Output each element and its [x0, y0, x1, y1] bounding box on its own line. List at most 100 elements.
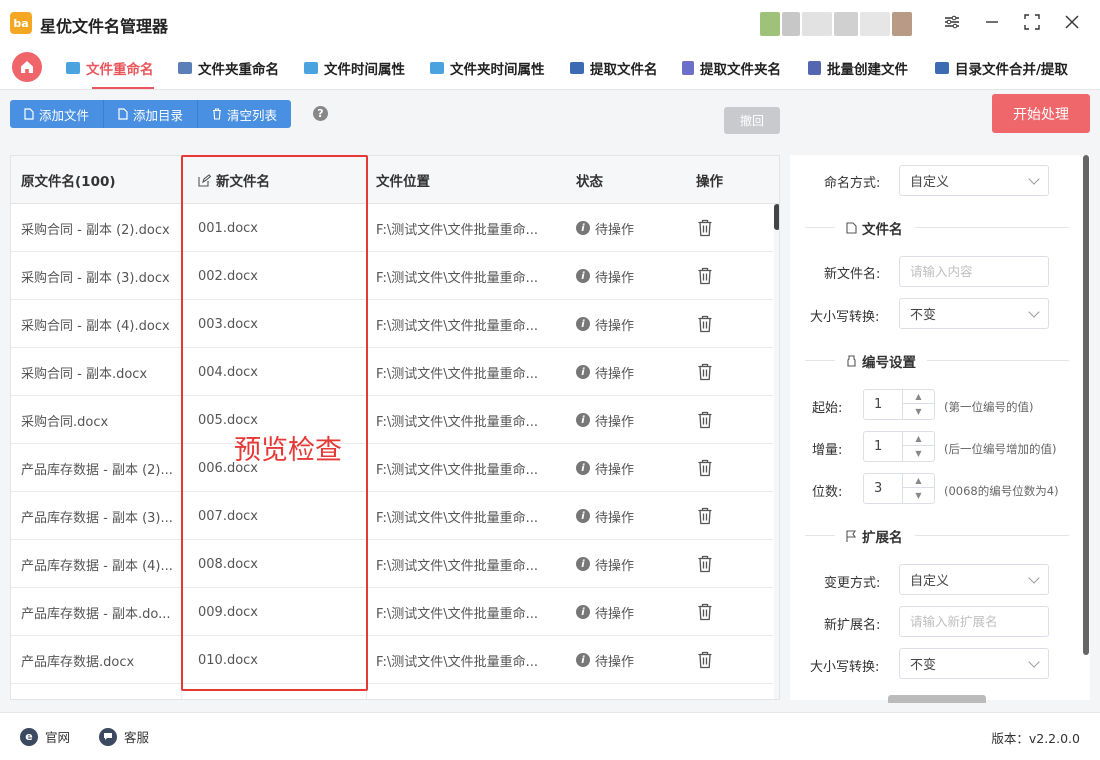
info-icon: i: [576, 413, 590, 427]
tab-folder-rename[interactable]: 文件夹重命名: [178, 46, 279, 89]
original-name-cell: 产品库存数据.docx: [21, 654, 135, 670]
ext-case-select[interactable]: 不变: [899, 648, 1049, 679]
version-text: 版本：v2.2.0.0: [991, 731, 1080, 746]
tab-file-time[interactable]: 文件时间属性: [304, 46, 405, 89]
add-directory-button[interactable]: 添加目录: [104, 100, 199, 128]
location-cell: F:\测试文件\文件批量重命...: [376, 270, 539, 286]
tab-dir-merge[interactable]: 目录文件合并/提取: [935, 46, 1068, 89]
home-button[interactable]: [12, 52, 42, 82]
folder-time-icon: [430, 61, 444, 74]
new-name-cell: 010.docx: [198, 652, 258, 668]
start-processing-button[interactable]: 开始处理: [992, 94, 1090, 133]
file-rename-icon: [66, 61, 80, 74]
file-table: 原文件名(100) 新文件名 文件位置 状态 操作 采购合同 - 副本 (2).…: [10, 155, 780, 700]
trash-icon: [698, 603, 712, 621]
delete-row-button[interactable]: [697, 396, 727, 444]
table-row[interactable]: 采购合同 - 副本 (3).docx 002.docx F:\测试文件\文件批量重命…: [11, 252, 773, 300]
info-icon: i: [576, 557, 590, 571]
extract-foldername-icon: [682, 60, 694, 75]
delete-row-button[interactable]: [697, 588, 727, 636]
digits-stepper[interactable]: 3 ▲ ▼: [863, 473, 935, 504]
undo-button[interactable]: 撤回: [724, 107, 780, 134]
decrement-icon[interactable]: ▼: [903, 404, 934, 418]
status-cell: i 待操作: [576, 204, 676, 252]
step-stepper[interactable]: 1 ▲ ▼: [863, 431, 935, 462]
add-file-button[interactable]: 添加文件: [10, 100, 105, 128]
decrement-icon[interactable]: ▼: [903, 488, 934, 502]
trash-icon: [698, 219, 712, 237]
table-row[interactable]: 产品库存数据 - 副本 (2)... 006.docx F:\测试文件\文件批量重命…: [11, 444, 773, 492]
panel-scrollbar[interactable]: [1083, 155, 1089, 655]
delete-row-button[interactable]: [697, 636, 727, 684]
increment-icon[interactable]: ▲: [903, 474, 934, 488]
delete-row-button[interactable]: [697, 348, 727, 396]
ext-mode-select[interactable]: 自定义: [899, 564, 1049, 595]
table-row-partial: [11, 684, 773, 699]
tab-extract-filename[interactable]: 提取文件名: [570, 46, 658, 89]
scrollbar-thumb[interactable]: [774, 204, 779, 230]
new-ext-input[interactable]: [899, 606, 1049, 637]
tab-extract-foldername[interactable]: 提取文件夹名: [682, 46, 781, 89]
table-row[interactable]: 产品库存数据 - 副本 (4)... 008.docx F:\测试文件\文件批量重命…: [11, 540, 773, 588]
case-convert-select[interactable]: 不变: [899, 298, 1049, 329]
header-original-name: 原文件名(100): [21, 174, 116, 190]
table-row[interactable]: 产品库存数据.docx 010.docx F:\测试文件\文件批量重命... i 待操作: [11, 636, 773, 684]
delete-row-button[interactable]: [697, 444, 727, 492]
clear-list-button[interactable]: 清空列表: [198, 100, 292, 128]
info-icon: i: [576, 269, 590, 283]
new-name-input[interactable]: [899, 256, 1049, 287]
original-name-cell: 产品库存数据 - 副本 (4)...: [21, 558, 173, 574]
status-cell: i 待操作: [576, 396, 676, 444]
table-row[interactable]: 产品库存数据 - 副本 (3)... 007.docx F:\测试文件\文件批量重命…: [11, 492, 773, 540]
info-icon: i: [576, 461, 590, 475]
info-icon: i: [576, 221, 590, 235]
delete-row-button[interactable]: [697, 252, 727, 300]
website-link[interactable]: e 官网: [20, 727, 70, 746]
settings-sliders-icon[interactable]: [940, 10, 964, 34]
preview-check-annotation: 预览检查: [234, 435, 342, 466]
increment-icon[interactable]: ▲: [903, 432, 934, 446]
original-name-cell: 产品库存数据 - 副本.do...: [21, 606, 171, 622]
close-icon[interactable]: [1060, 10, 1084, 34]
maximize-icon[interactable]: [1020, 10, 1044, 34]
tab-file-rename[interactable]: 文件重命名: [66, 46, 154, 89]
table-row[interactable]: 采购合同 - 副本.docx 004.docx F:\测试文件\文件批量重命... i…: [11, 348, 773, 396]
chevron-down-icon: [1028, 656, 1040, 668]
trash-icon: [698, 651, 712, 669]
digits-hint: (0068的编号位数为4): [944, 484, 1059, 498]
extract-filename-icon: [570, 61, 584, 74]
original-name-cell: 采购合同.docx: [21, 414, 109, 430]
delete-row-button[interactable]: [697, 540, 727, 588]
table-row[interactable]: 采购合同 - 副本 (4).docx 003.docx F:\测试文件\文件批量重命…: [11, 300, 773, 348]
table-row[interactable]: 采购合同 - 副本 (2).docx 001.docx F:\测试文件\文件批量重命…: [11, 204, 773, 252]
file-time-icon: [304, 61, 318, 74]
tab-batch-create[interactable]: 批量创建文件: [808, 46, 908, 89]
delete-row-button[interactable]: [697, 204, 727, 252]
tab-folder-time[interactable]: 文件夹时间属性: [430, 46, 545, 89]
table-row[interactable]: 产品库存数据 - 副本.do... 009.docx F:\测试文件\文件批量重命.…: [11, 588, 773, 636]
header-action: 操作: [696, 174, 723, 190]
info-icon: i: [576, 653, 590, 667]
user-avatar[interactable]: [760, 12, 920, 36]
increment-icon[interactable]: ▲: [903, 390, 934, 404]
original-name-cell: 采购合同 - 副本 (3).docx: [21, 270, 170, 286]
tag-icon: [847, 355, 856, 367]
delete-row-button[interactable]: [697, 300, 727, 348]
trash-icon: [698, 411, 712, 429]
decrement-icon[interactable]: ▼: [903, 446, 934, 460]
new-name-cell: 001.docx: [198, 220, 258, 236]
trash-icon: [213, 108, 222, 120]
document-icon: [846, 222, 857, 234]
delete-row-button[interactable]: [697, 492, 727, 540]
support-link[interactable]: 客服: [99, 727, 149, 746]
original-name-cell: 产品库存数据 - 副本 (2)...: [21, 462, 173, 478]
panel-hidden-button[interactable]: [888, 695, 986, 703]
help-icon[interactable]: ?: [313, 106, 328, 121]
new-name-cell: 009.docx: [198, 604, 258, 620]
table-row[interactable]: 采购合同.docx 005.docx F:\测试文件\文件批量重命... i 待操作: [11, 396, 773, 444]
header-status: 状态: [576, 174, 603, 190]
naming-mode-select[interactable]: 自定义: [899, 165, 1049, 196]
table-scrollbar[interactable]: [774, 204, 779, 699]
start-stepper[interactable]: 1 ▲ ▼: [863, 389, 935, 420]
minimize-icon[interactable]: [980, 10, 1004, 34]
